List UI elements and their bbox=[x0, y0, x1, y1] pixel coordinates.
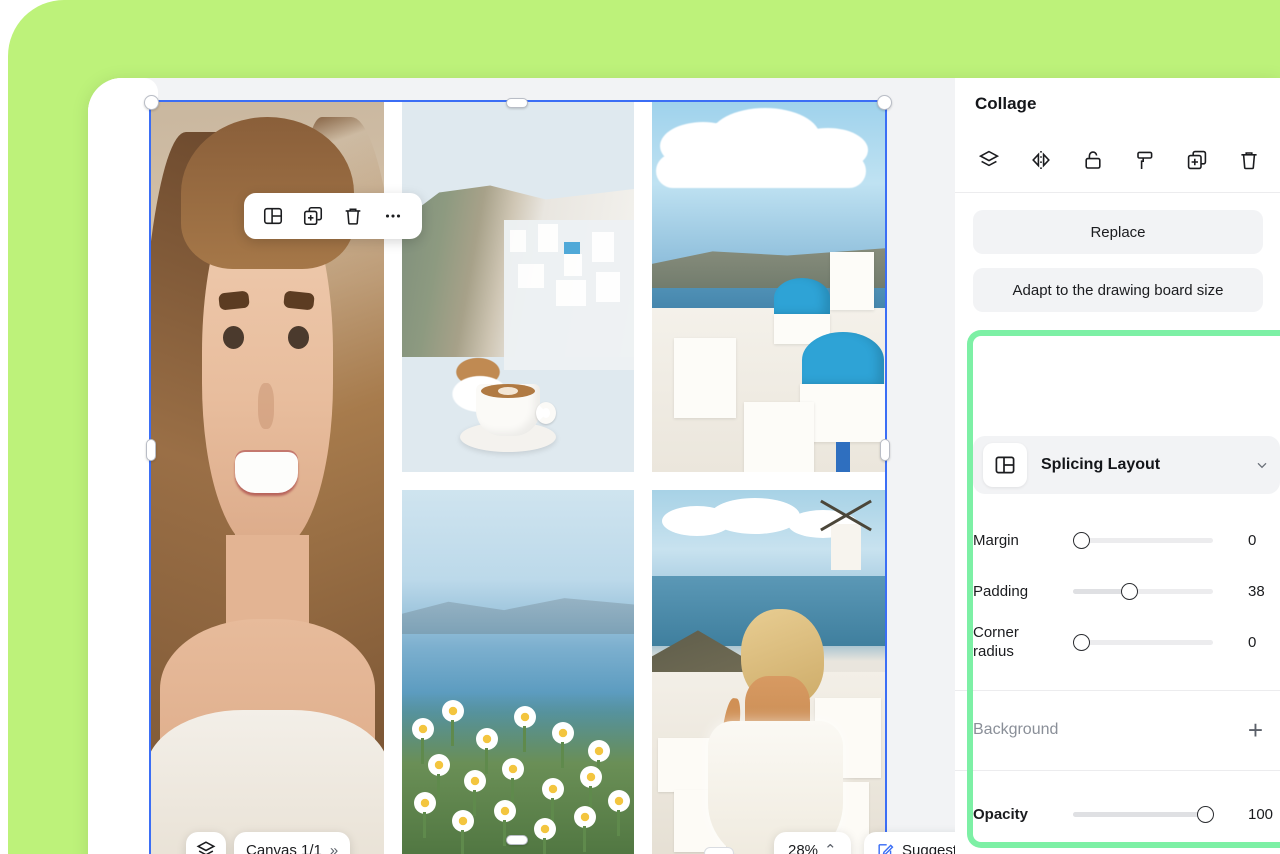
splicing-layout-icon bbox=[983, 443, 1027, 487]
collage-cell-photo-walk[interactable] bbox=[652, 490, 885, 854]
layout-icon[interactable] bbox=[260, 203, 286, 229]
left-panel-collapsed[interactable] bbox=[88, 78, 158, 854]
duplicate-icon[interactable] bbox=[1183, 146, 1211, 174]
background-row[interactable]: Background + bbox=[973, 712, 1263, 748]
zoom-level-label: 28% bbox=[788, 841, 819, 854]
flip-icon[interactable] bbox=[1027, 146, 1055, 174]
panel-separator bbox=[955, 690, 1280, 691]
delete-icon[interactable] bbox=[1235, 146, 1263, 174]
delete-icon[interactable] bbox=[340, 203, 366, 229]
padding-value: 38 bbox=[1248, 582, 1265, 600]
plus-icon[interactable]: + bbox=[1248, 717, 1263, 743]
layout-type-selector[interactable]: Splicing Layout bbox=[973, 436, 1280, 494]
margin-slider-track[interactable] bbox=[1073, 531, 1213, 549]
padding-slider-row[interactable]: Padding 38 bbox=[973, 571, 1280, 611]
zoom-control[interactable]: 28% ⌃ bbox=[774, 832, 851, 854]
photo-domes bbox=[652, 102, 885, 472]
app-window: Canvas 1/1 » 28% ⌃ Suggest ? Collage bbox=[88, 78, 1280, 854]
corner-radius-value: 0 bbox=[1248, 633, 1257, 651]
canvas-page-label: Canvas 1/1 bbox=[246, 841, 322, 854]
layers-icon[interactable] bbox=[975, 146, 1003, 174]
suggest-icon bbox=[878, 843, 894, 854]
collage-cell-photo-domes[interactable] bbox=[652, 102, 885, 472]
inspector-divider bbox=[955, 192, 1280, 193]
corner-radius-label: Corner radius bbox=[973, 624, 1019, 660]
corner-radius-slider-track[interactable] bbox=[1073, 633, 1213, 651]
padding-slider-track[interactable] bbox=[1073, 582, 1213, 600]
photo-walk bbox=[652, 490, 885, 854]
padding-slider-knob[interactable] bbox=[1121, 582, 1138, 600]
opacity-slider-row[interactable]: Opacity 100 bbox=[973, 794, 1280, 834]
adapt-to-board-button[interactable]: Adapt to the drawing board size bbox=[973, 268, 1263, 312]
margin-value: 0 bbox=[1248, 531, 1257, 549]
background-label: Background bbox=[973, 721, 1059, 738]
chevron-up-icon[interactable]: ⌃ bbox=[824, 841, 837, 854]
layers-button[interactable] bbox=[186, 832, 226, 854]
resize-handle-bottom-center[interactable] bbox=[506, 835, 528, 845]
canvas-pager[interactable]: Canvas 1/1 » bbox=[234, 832, 351, 854]
replace-button[interactable]: Replace bbox=[973, 210, 1263, 254]
corner-radius-slider-row[interactable]: Corner radius 0 bbox=[973, 612, 1280, 672]
canvas-area[interactable]: Canvas 1/1 » 28% ⌃ Suggest ? bbox=[88, 78, 955, 854]
suggest-label: Suggest bbox=[902, 841, 955, 854]
photo-daisies bbox=[402, 490, 634, 854]
paint-roller-icon[interactable] bbox=[1131, 146, 1159, 174]
resize-handle-right-middle[interactable] bbox=[880, 439, 890, 461]
layers-icon bbox=[196, 841, 216, 854]
opacity-label: Opacity bbox=[973, 805, 1029, 823]
resize-handle-top-left[interactable] bbox=[144, 95, 159, 110]
resize-handle-left-middle[interactable] bbox=[146, 439, 156, 461]
opacity-slider-track[interactable] bbox=[1073, 805, 1214, 823]
scrollbar-thumb[interactable] bbox=[704, 847, 734, 854]
opacity-slider-knob[interactable] bbox=[1197, 805, 1214, 823]
inspector-tool-icons[interactable] bbox=[969, 140, 1269, 180]
chevron-down-icon[interactable] bbox=[1254, 457, 1270, 473]
panel-separator bbox=[955, 770, 1280, 771]
opacity-value: 100 bbox=[1248, 805, 1274, 823]
inspector-panel: Collage Replace Adapt to the drawing boa… bbox=[955, 78, 1280, 854]
more-icon[interactable] bbox=[380, 203, 406, 229]
coffee-cup-graphic bbox=[460, 366, 556, 452]
margin-slider-row[interactable]: Margin 0 bbox=[973, 520, 1280, 560]
resize-handle-top-right[interactable] bbox=[877, 95, 892, 110]
resize-handle-top-center[interactable] bbox=[506, 98, 528, 108]
layout-type-label: Splicing Layout bbox=[1041, 456, 1161, 473]
corner-radius-slider-knob[interactable] bbox=[1073, 633, 1090, 651]
margin-slider-knob[interactable] bbox=[1073, 531, 1090, 549]
margin-label: Margin bbox=[973, 531, 1019, 549]
collage-cell-photo-coffee[interactable] bbox=[402, 102, 634, 472]
object-floating-toolbar[interactable] bbox=[244, 193, 422, 239]
inspector-title: Collage bbox=[975, 94, 1037, 113]
padding-label: Padding bbox=[973, 582, 1029, 600]
suggest-button[interactable]: Suggest bbox=[864, 832, 955, 854]
collage-cell-photo-daisies[interactable] bbox=[402, 490, 634, 854]
canvas-expand-icon[interactable]: » bbox=[330, 842, 338, 854]
page-root: Canvas 1/1 » 28% ⌃ Suggest ? Collage bbox=[0, 0, 1280, 854]
lock-icon[interactable] bbox=[1079, 146, 1107, 174]
duplicate-icon[interactable] bbox=[300, 203, 326, 229]
